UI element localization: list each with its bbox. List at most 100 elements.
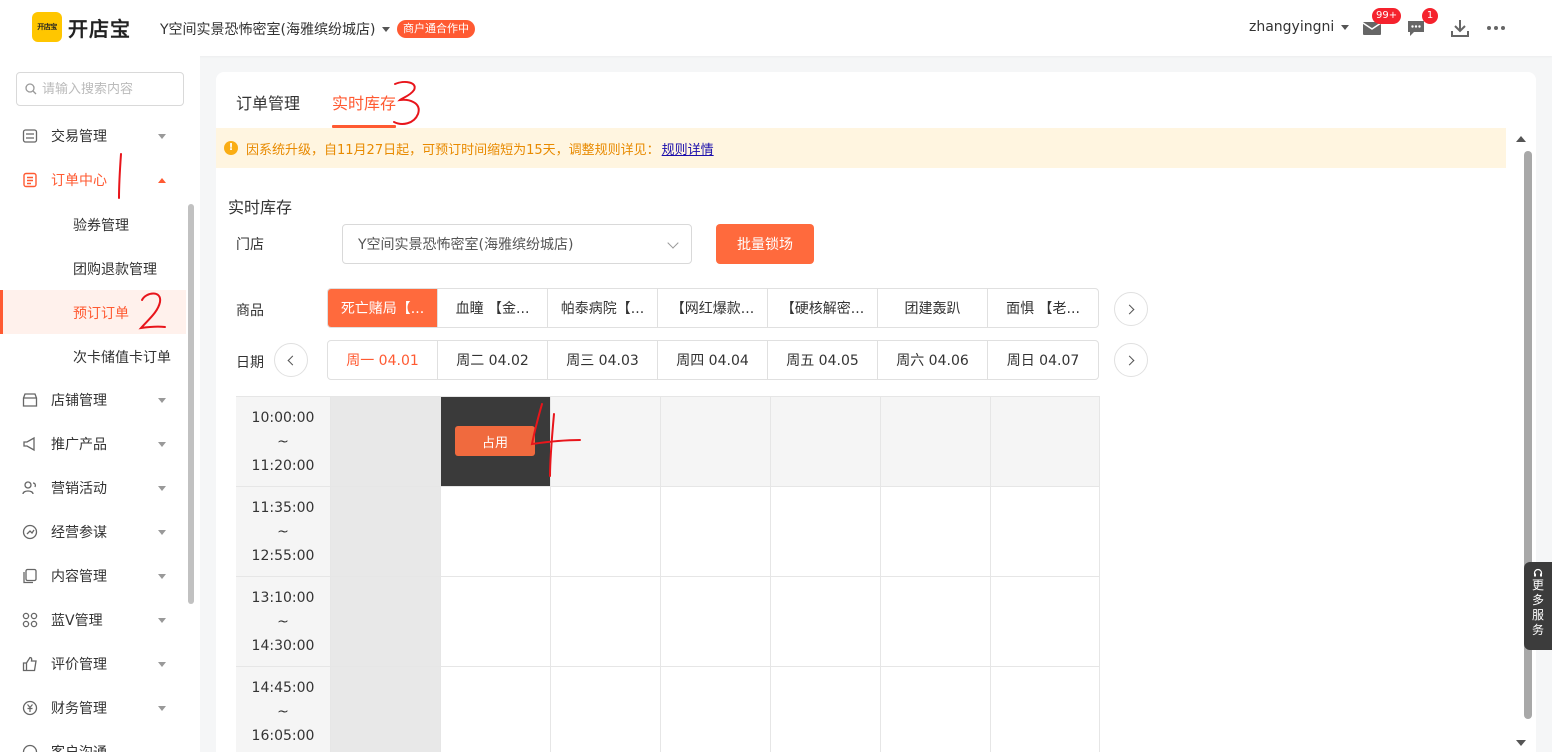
slot-cell[interactable] (880, 667, 990, 752)
sidebar-item-analysis[interactable]: 经营参谋 (0, 510, 186, 554)
sub-item-label: 预订订单 (73, 306, 129, 322)
search-input[interactable] (42, 81, 172, 97)
sidebar-item-marketing[interactable]: 营销活动 (0, 466, 186, 510)
scroll-down-icon[interactable] (1516, 740, 1526, 746)
sidebar-item-customer[interactable]: 客户沟通 (0, 730, 186, 752)
store-select-value: Y空间实景恐怖密室(海雅缤纷城店) (358, 237, 574, 253)
sidebar-item-transaction[interactable]: 交易管理 (0, 114, 186, 158)
slot-cell[interactable] (550, 397, 660, 487)
date-tab[interactable]: 周二 04.02 (438, 341, 548, 379)
product-selector: 死亡赌局【... 血瞳 【金... 帕泰病院【... 【网红爆款... 【硬核解… (327, 288, 1099, 328)
logo-mark: 开店宝 (32, 12, 62, 42)
sidebar-search[interactable] (16, 72, 184, 106)
date-tab[interactable]: 周三 04.03 (548, 341, 658, 379)
slot-cell[interactable] (440, 487, 550, 577)
logo-text: 开店宝 (68, 16, 131, 41)
tab-order-management[interactable]: 订单管理 (236, 90, 300, 114)
transaction-icon (22, 129, 38, 143)
product-tab[interactable]: 帕泰病院【... (548, 289, 658, 327)
store-switcher[interactable]: Y空间实景恐怖密室(海雅缤纷城店) (160, 19, 391, 39)
sidebar-item-label: 推广产品 (51, 437, 107, 453)
customer-icon (22, 744, 38, 752)
product-tab[interactable]: 面惧 【老... (988, 289, 1098, 327)
slot-cell[interactable] (660, 397, 770, 487)
slot-separator: ~ (277, 524, 289, 540)
date-tab[interactable]: 周五 04.05 (768, 341, 878, 379)
more-services-button[interactable]: 更 多 服 务 (1524, 562, 1552, 650)
slot-cell[interactable] (660, 487, 770, 577)
sidebar-sub-item-coupon[interactable]: 验券管理 (0, 202, 186, 246)
store-select[interactable]: Y空间实景恐怖密室(海雅缤纷城店) (342, 224, 692, 264)
slot-separator: ~ (277, 704, 289, 720)
date-tab[interactable]: 周一 04.01 (328, 341, 438, 379)
chevron-down-icon (158, 398, 166, 403)
sub-item-label: 次卡储值卡订单 (73, 350, 171, 366)
product-tab[interactable]: 血瞳 【金... (438, 289, 548, 327)
sidebar-item-bluev[interactable]: 蓝V管理 (0, 598, 186, 642)
slot-cell[interactable] (880, 577, 990, 667)
user-name: zhangyingni (1249, 19, 1335, 35)
user-menu[interactable]: zhangyingni (1249, 19, 1350, 35)
slot-cell[interactable] (660, 577, 770, 667)
slot-cell[interactable] (550, 487, 660, 577)
slot-end: 11:20:00 (251, 458, 315, 474)
slot-cell[interactable] (440, 577, 550, 667)
date-prev-button[interactable] (274, 343, 308, 377)
slot-cell[interactable] (990, 487, 1100, 577)
date-tab[interactable]: 周六 04.06 (878, 341, 988, 379)
date-tab[interactable]: 周四 04.04 (658, 341, 768, 379)
product-tab[interactable]: 团建轰趴 (878, 289, 988, 327)
sidebar-sub-item-booking[interactable]: 预订订单 (0, 290, 186, 334)
product-tab[interactable]: 【硬核解密... (768, 289, 878, 327)
tab-realtime-inventory[interactable]: 实时库存 (332, 90, 396, 114)
sidebar-item-label: 交易管理 (51, 129, 107, 145)
slot-cell[interactable] (550, 577, 660, 667)
product-tab[interactable]: 【网红爆款... (658, 289, 768, 327)
slot-end: 12:55:00 (251, 548, 315, 564)
sidebar-item-review[interactable]: 评价管理 (0, 642, 186, 686)
slot-cell[interactable] (990, 577, 1100, 667)
slot-cell[interactable]: 占用 (440, 397, 550, 487)
slot-cell[interactable] (660, 667, 770, 752)
vertical-scrollbar[interactable] (1506, 128, 1536, 752)
float-service-char: 更 (1531, 578, 1544, 592)
sidebar-sub-item-card-orders[interactable]: 次卡储值卡订单 (0, 334, 186, 378)
slot-cell[interactable] (990, 667, 1100, 752)
time-slot-label: 10:00:00 ~ 11:20:00 (236, 397, 330, 487)
slot-cell[interactable] (990, 397, 1100, 487)
sidebar-scrollbar[interactable] (188, 204, 194, 604)
slot-separator: ~ (277, 434, 289, 450)
marketing-icon (22, 481, 37, 495)
time-slot-row: 11:35:00 ~ 12:55:00 (236, 486, 1100, 577)
slot-cell[interactable] (880, 487, 990, 577)
sidebar-item-order-center[interactable]: 订单中心 (0, 158, 186, 202)
more-icon[interactable] (1484, 16, 1508, 40)
headset-icon (1533, 568, 1543, 577)
scroll-up-icon[interactable] (1516, 136, 1526, 142)
sidebar-item-finance[interactable]: 财务管理 (0, 686, 186, 730)
product-next-button[interactable] (1114, 292, 1148, 326)
date-tab[interactable]: 周日 04.07 (988, 341, 1098, 379)
sidebar-sub-item-refund[interactable]: 团购退款管理 (0, 246, 186, 290)
logo[interactable]: 开店宝 开店宝 (32, 12, 131, 42)
product-tab[interactable]: 死亡赌局【... (328, 289, 438, 327)
slot-cell[interactable] (770, 397, 880, 487)
sidebar-item-store[interactable]: 店铺管理 (0, 378, 186, 422)
download-icon[interactable] (1448, 16, 1472, 40)
date-next-button[interactable] (1114, 343, 1148, 377)
slot-cell[interactable] (770, 487, 880, 577)
slot-cell[interactable] (550, 667, 660, 752)
slot-cell[interactable] (770, 667, 880, 752)
slot-cell[interactable] (440, 667, 550, 752)
slot-cell[interactable] (770, 577, 880, 667)
occupied-button[interactable]: 占用 (455, 426, 535, 456)
slot-end: 14:30:00 (251, 638, 315, 654)
batch-lock-button[interactable]: 批量锁场 (716, 224, 814, 264)
sidebar-item-promote[interactable]: 推广产品 (0, 422, 186, 466)
slot-cell[interactable] (880, 397, 990, 487)
rules-detail-link[interactable]: 规则详情 (662, 139, 714, 158)
sidebar-item-label: 财务管理 (51, 701, 107, 717)
chevron-down-icon (667, 237, 679, 249)
sidebar-item-content[interactable]: 内容管理 (0, 554, 186, 598)
notice-text: 因系统升级，自11月27日起，可预订时间缩短为15天，调整规则详见： (246, 142, 660, 158)
